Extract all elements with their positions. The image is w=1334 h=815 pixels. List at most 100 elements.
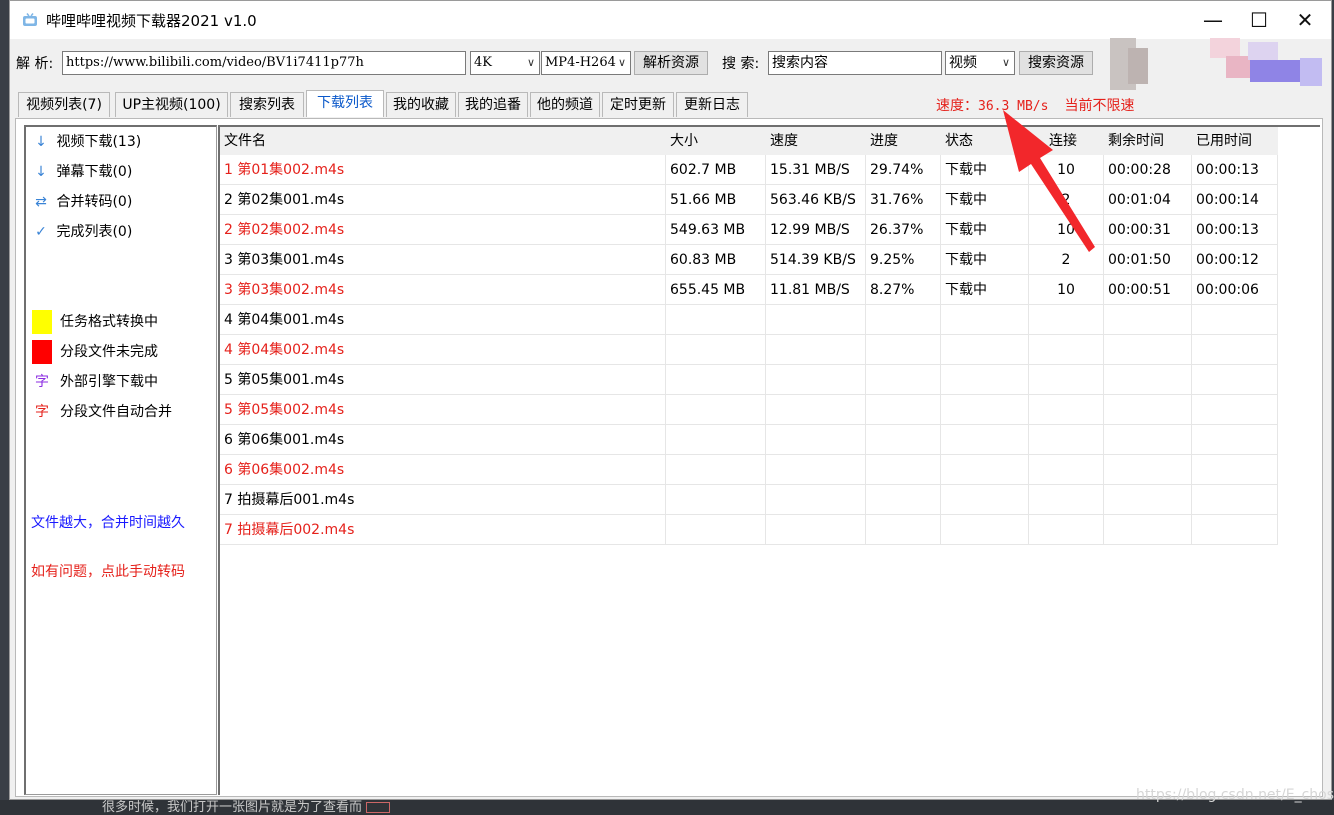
- search-resource-button[interactable]: 搜索资源: [1019, 51, 1093, 75]
- cell-progress: 26.37%: [866, 215, 941, 245]
- merge-time-note: 文件越大，合并时间越久: [31, 515, 185, 531]
- cell-remaining-time: [1104, 395, 1192, 425]
- cell-remaining-time: 00:01:50: [1104, 245, 1192, 275]
- tab-download-list[interactable]: 下载列表: [306, 90, 384, 117]
- window-title: 哔哩哔哩视频下载器2021 v1.0: [46, 12, 257, 30]
- download-list-panel: ↓ 视频下载(13) ↓ 弹幕下载(0) ⇄ 合并转码(0) ✓ 完成列表(0)…: [15, 118, 1323, 797]
- cell-elapsed-time: [1192, 425, 1278, 455]
- speed-limit-text: 当前不限速: [1064, 98, 1135, 114]
- tab-his-channel[interactable]: 他的频道: [530, 92, 600, 117]
- tab-uploader-videos[interactable]: UP主视频(100): [115, 92, 228, 117]
- cell-remaining-time: [1104, 365, 1192, 395]
- cell-connections: 2: [1029, 245, 1104, 275]
- cell-speed: 11.81 MB/S: [766, 275, 866, 305]
- column-header-filename[interactable]: 文件名: [220, 127, 666, 155]
- cell-status: 下载中: [941, 185, 1029, 215]
- tab-search-list[interactable]: 搜索列表: [230, 92, 304, 117]
- watermark: https://blog.csdn.net/E_chos: [1136, 787, 1334, 803]
- sidebar-item-video-download[interactable]: ↓ 视频下载(13): [30, 129, 141, 155]
- cell-remaining-time: 00:00:28: [1104, 155, 1192, 185]
- cell-size: 60.83 MB: [666, 245, 766, 275]
- yellow-swatch: [32, 310, 52, 334]
- cell-status: [941, 515, 1029, 545]
- table-row[interactable]: 2 第02集002.m4s 549.63 MB 12.99 MB/S 26.37% 下载…: [220, 215, 1278, 245]
- column-header-progress[interactable]: 进度: [866, 127, 941, 155]
- cell-elapsed-time: [1192, 395, 1278, 425]
- legend-label: 任务格式转换中: [60, 314, 158, 330]
- table-row[interactable]: 7 拍摄幕后002.m4s: [220, 515, 1278, 545]
- table-row[interactable]: 6 第06集002.m4s: [220, 455, 1278, 485]
- sidebar: ↓ 视频下载(13) ↓ 弹幕下载(0) ⇄ 合并转码(0) ✓ 完成列表(0)…: [24, 125, 217, 795]
- table-row[interactable]: 4 第04集001.m4s: [220, 305, 1278, 335]
- manual-transcode-link[interactable]: 如有问题，点此手动转码: [31, 561, 185, 581]
- cell-status: [941, 485, 1029, 515]
- column-header-elapsed-time[interactable]: 已用时间: [1192, 127, 1278, 155]
- cell-connections: [1029, 335, 1104, 365]
- table-row[interactable]: 7 拍摄幕后001.m4s: [220, 485, 1278, 515]
- cell-size: [666, 395, 766, 425]
- cell-remaining-time: [1104, 305, 1192, 335]
- cell-filename: 3 第03集002.m4s: [220, 275, 666, 305]
- cell-size: [666, 515, 766, 545]
- cell-filename: 6 第06集002.m4s: [220, 455, 666, 485]
- cell-elapsed-time: 00:00:12: [1192, 245, 1278, 275]
- cell-progress: [866, 455, 941, 485]
- column-header-speed[interactable]: 速度: [766, 127, 866, 155]
- column-header-remaining-time[interactable]: 剩余时间: [1104, 127, 1192, 155]
- cell-connections: [1029, 515, 1104, 545]
- tab-my-favorites[interactable]: 我的收藏: [386, 92, 456, 117]
- cell-elapsed-time: [1192, 515, 1278, 545]
- table-row[interactable]: 3 第03集002.m4s 655.45 MB 11.81 MB/S 8.27% 下载中…: [220, 275, 1278, 305]
- cell-size: 549.63 MB: [666, 215, 766, 245]
- cell-status: 下载中: [941, 215, 1029, 245]
- search-type-value: 视频: [949, 55, 977, 71]
- purple-char-icon: 字: [35, 374, 49, 390]
- cell-remaining-time: [1104, 425, 1192, 455]
- cell-filename: 4 第04集002.m4s: [220, 335, 666, 365]
- table-row[interactable]: 5 第05集002.m4s: [220, 395, 1278, 425]
- speed-label: 速度：: [936, 98, 978, 114]
- search-input[interactable]: 搜索内容: [768, 51, 942, 75]
- table-row[interactable]: 6 第06集001.m4s: [220, 425, 1278, 455]
- tab-scheduled-update[interactable]: 定时更新: [602, 92, 674, 117]
- cell-status: [941, 365, 1029, 395]
- table-row[interactable]: 2 第02集001.m4s 51.66 MB 563.46 KB/S 31.76% 下载…: [220, 185, 1278, 215]
- cell-status: [941, 335, 1029, 365]
- cell-size: [666, 455, 766, 485]
- cell-speed: 15.31 MB/S: [766, 155, 866, 185]
- cell-speed: [766, 395, 866, 425]
- cell-status: [941, 425, 1029, 455]
- column-header-status[interactable]: 状态: [941, 127, 1029, 155]
- table-row[interactable]: 4 第04集002.m4s: [220, 335, 1278, 365]
- cell-elapsed-time: 00:00:14: [1192, 185, 1278, 215]
- codec-select[interactable]: MP4-H264 ∨: [541, 51, 631, 75]
- tab-changelog[interactable]: 更新日志: [676, 92, 748, 117]
- cell-size: [666, 485, 766, 515]
- sidebar-item-merge-transcode[interactable]: ⇄ 合并转码(0): [30, 189, 132, 215]
- table-row[interactable]: 1 第01集002.m4s 602.7 MB 15.31 MB/S 29.74% 下载中…: [220, 155, 1278, 185]
- sidebar-item-completed-list[interactable]: ✓ 完成列表(0): [30, 219, 132, 245]
- cell-elapsed-time: [1192, 365, 1278, 395]
- parse-resource-button[interactable]: 解析资源: [634, 51, 708, 75]
- cell-speed: [766, 425, 866, 455]
- tab-my-bangumi[interactable]: 我的追番: [458, 92, 528, 117]
- url-input[interactable]: https://www.bilibili.com/video/BV1i7411p…: [62, 51, 466, 75]
- sidebar-item-danmaku-download[interactable]: ↓ 弹幕下载(0): [30, 159, 132, 185]
- minimize-button[interactable]: —: [1190, 1, 1236, 39]
- cell-size: [666, 365, 766, 395]
- search-type-select[interactable]: 视频 ∨: [945, 51, 1015, 75]
- cell-progress: [866, 335, 941, 365]
- cell-speed: [766, 305, 866, 335]
- column-header-connections[interactable]: 连接: [1029, 127, 1104, 155]
- table-row[interactable]: 3 第03集001.m4s 60.83 MB 514.39 KB/S 9.25% 下载中…: [220, 245, 1278, 275]
- quality-select[interactable]: 4K ∨: [470, 51, 540, 75]
- cell-progress: 8.27%: [866, 275, 941, 305]
- maximize-button[interactable]: ☐: [1236, 1, 1282, 39]
- cell-size: [666, 335, 766, 365]
- cell-progress: 29.74%: [866, 155, 941, 185]
- tab-video-list[interactable]: 视频列表(7): [18, 92, 110, 117]
- close-button[interactable]: ✕: [1282, 1, 1328, 39]
- column-header-size[interactable]: 大小: [666, 127, 766, 155]
- quality-value: 4K: [474, 55, 492, 70]
- table-row[interactable]: 5 第05集001.m4s: [220, 365, 1278, 395]
